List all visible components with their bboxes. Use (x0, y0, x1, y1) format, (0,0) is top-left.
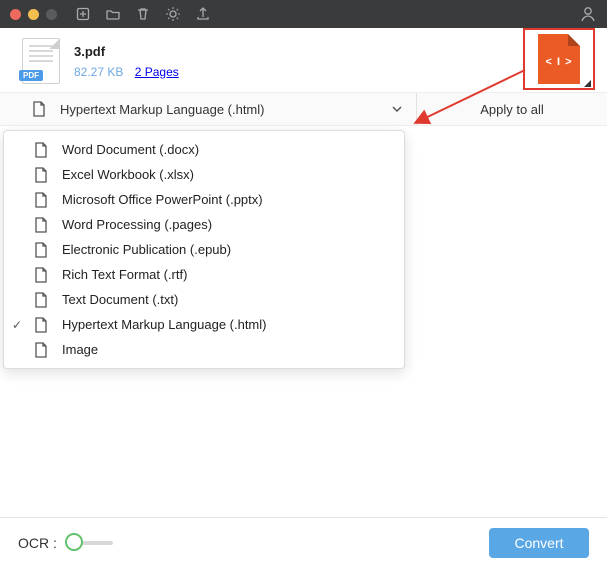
format-select[interactable]: Hypertext Markup Language (.html) (0, 93, 416, 125)
add-file-icon[interactable] (75, 6, 91, 22)
format-selector-row: Hypertext Markup Language (.html) Apply … (0, 92, 607, 126)
close-dot[interactable] (10, 9, 21, 20)
ocr-toggle[interactable] (67, 541, 113, 545)
file-type-icon (34, 342, 48, 358)
convert-button[interactable]: Convert (489, 528, 589, 558)
page-count-link[interactable]: 2 Pages (135, 65, 179, 79)
dropdown-item[interactable]: Image (4, 337, 404, 362)
file-type-icon (34, 217, 48, 233)
dropdown-item[interactable]: Word Processing (.pages) (4, 212, 404, 237)
dropdown-item[interactable]: Microsoft Office PowerPoint (.pptx) (4, 187, 404, 212)
apply-to-all-button[interactable]: Apply to all (416, 93, 607, 125)
dropdown-item-label: Microsoft Office PowerPoint (.pptx) (62, 192, 263, 207)
file-type-icon (34, 292, 48, 308)
dropdown-item-label: Electronic Publication (.epub) (62, 242, 231, 257)
dropdown-item[interactable]: Rich Text Format (.rtf) (4, 262, 404, 287)
file-name: 3.pdf (74, 44, 179, 59)
dropdown-item[interactable]: Electronic Publication (.epub) (4, 237, 404, 262)
account-icon[interactable] (579, 5, 597, 23)
window-controls (10, 9, 67, 20)
dropdown-item-label: Text Document (.txt) (62, 292, 178, 307)
dropdown-item[interactable]: Excel Workbook (.xlsx) (4, 162, 404, 187)
dropdown-item-label: Word Document (.docx) (62, 142, 199, 157)
pdf-badge: PDF (19, 70, 43, 81)
titlebar (0, 0, 607, 28)
dropdown-item[interactable]: Word Document (.docx) (4, 137, 404, 162)
file-type-icon (34, 142, 48, 158)
minimize-dot[interactable] (28, 9, 39, 20)
dropdown-item-label: Hypertext Markup Language (.html) (62, 317, 266, 332)
format-icon (32, 101, 46, 117)
dropdown-item-label: Excel Workbook (.xlsx) (62, 167, 194, 182)
folder-icon[interactable] (105, 6, 121, 22)
format-dropdown[interactable]: Word Document (.docx) Excel Workbook (.xl… (3, 130, 405, 369)
toggle-knob (65, 533, 83, 551)
output-preview[interactable]: < I > (523, 28, 595, 90)
file-type-icon (34, 242, 48, 258)
file-row: PDF 3.pdf 82.27 KB 2 Pages < I > (0, 28, 607, 92)
dropdown-item-label: Word Processing (.pages) (62, 217, 212, 232)
ocr-label: OCR : (18, 535, 57, 551)
html-file-icon: < I > (538, 34, 580, 84)
file-type-icon (34, 167, 48, 183)
gear-icon[interactable] (165, 6, 181, 22)
dropdown-item[interactable]: Text Document (.txt) (4, 287, 404, 312)
file-type-icon (34, 192, 48, 208)
format-label: Hypertext Markup Language (.html) (60, 102, 264, 117)
file-type-icon (34, 317, 48, 333)
file-size: 82.27 KB (74, 65, 123, 79)
footer: OCR : Convert (0, 517, 607, 567)
trash-icon[interactable] (135, 6, 151, 22)
dropdown-item-label: Rich Text Format (.rtf) (62, 267, 187, 282)
check-icon: ✓ (12, 318, 22, 332)
preview-expand-icon (584, 80, 591, 87)
file-type-icon (34, 267, 48, 283)
pdf-thumbnail: PDF (22, 38, 60, 84)
chevron-down-icon (390, 102, 404, 116)
dropdown-item[interactable]: ✓ Hypertext Markup Language (.html) (4, 312, 404, 337)
dropdown-item-label: Image (62, 342, 98, 357)
export-icon[interactable] (195, 6, 211, 22)
fullscreen-dot[interactable] (46, 9, 57, 20)
